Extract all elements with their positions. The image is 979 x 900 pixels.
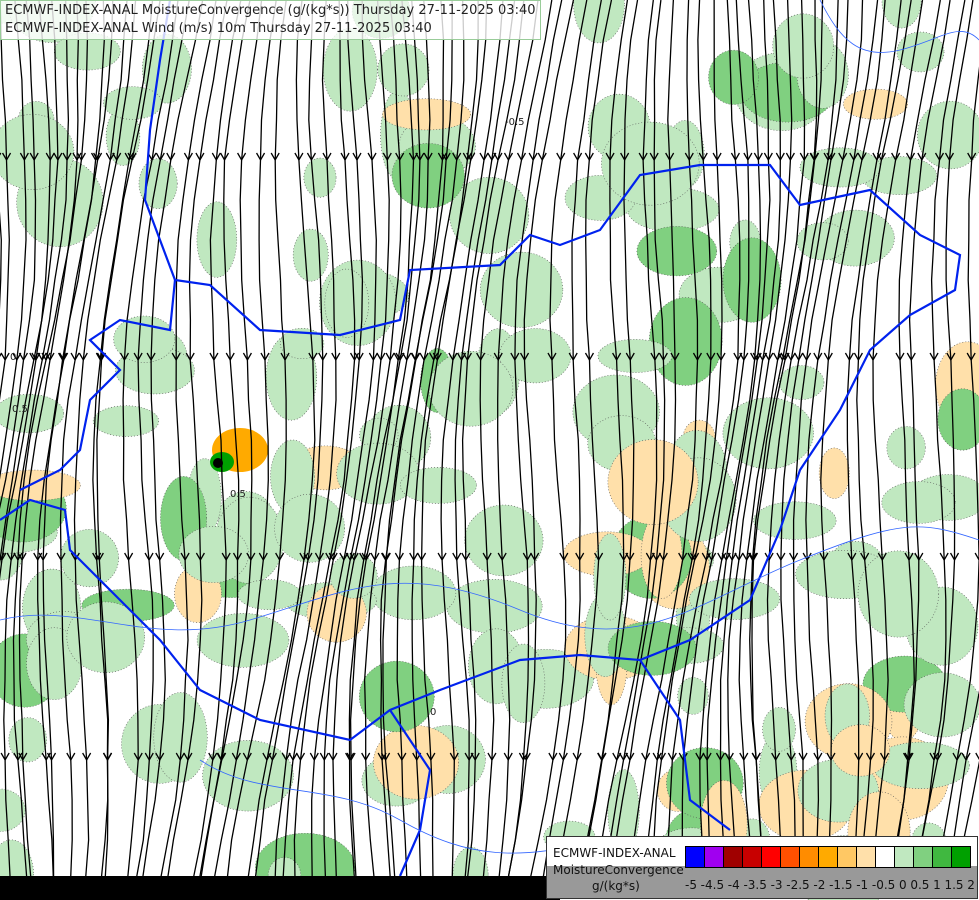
colorbar-tick-label: -1.5 — [829, 878, 853, 892]
convergence-patch — [196, 201, 238, 278]
colorbar-tick-label: 0 — [898, 878, 907, 892]
title-line-moisture: ECMWF-INDEX-ANAL MoistureConvergence (g/… — [5, 3, 536, 18]
convergence-patch — [818, 447, 850, 499]
colorbar-tick-label: -1 — [856, 878, 869, 892]
colorbar-cell — [952, 847, 970, 867]
colorbar-cell — [705, 847, 724, 867]
colorbar-cell — [781, 847, 800, 867]
streamline-arrow-icon — [537, 152, 547, 162]
colorbar-tick-label: 1 — [933, 878, 941, 892]
convergence-patch — [303, 157, 337, 198]
colorbar-tick-label: -3.5 — [743, 878, 767, 892]
convergence-patch — [886, 426, 926, 470]
colorbar-tick-label: -4 — [727, 878, 740, 892]
colorbar-ticks: -5 -4.5 -4 -3.5 -3 -2.5 -2 -1.5 -1 -0.5 0 0.5 1 1.5 2 — [685, 878, 975, 892]
streamline — [293, 0, 364, 881]
legend-title: ECMWF-INDEX-ANAL MoistureConvergence — [553, 846, 684, 877]
colorbar-tick-label: -4.5 — [700, 878, 725, 892]
moisture-convergence-fill — [0, 0, 979, 900]
colorbar-cell — [914, 847, 933, 867]
title-line-wind: ECMWF-INDEX-ANAL Wind (m/s) 10m Thursday… — [5, 21, 432, 36]
colorbar-cell — [686, 847, 705, 867]
convergence-patch — [708, 49, 759, 105]
colorbar-tick-label: -5 — [685, 878, 697, 892]
colorbar-tick-label: -2 — [813, 878, 826, 892]
colorbar-tick-label: -3 — [770, 878, 783, 892]
bottom-strip — [0, 876, 560, 900]
streamline — [507, 0, 575, 881]
colorbar-tick-label: -0.5 — [871, 878, 896, 892]
streamline — [507, 0, 563, 881]
contour-label: -0.5 — [505, 117, 525, 128]
convergence-patch — [292, 228, 329, 282]
weather-map[interactable]: 0.5 0.5 0 0 -0.5 — [0, 0, 979, 900]
convergence-patch — [896, 31, 945, 73]
colorbar-cell — [857, 847, 876, 867]
streamline — [274, 0, 337, 881]
convergence-patch — [499, 328, 572, 384]
color-legend: ECMWF-INDEX-ANAL MoistureConvergence g/(… — [546, 836, 978, 899]
convergence-patch — [113, 315, 176, 363]
contour-label: 0.5 — [230, 489, 246, 500]
colorbar-cell — [876, 847, 895, 867]
colorbar-cell — [838, 847, 857, 867]
convergence-patch — [202, 740, 294, 812]
convergence-patch — [830, 724, 891, 777]
contour-label: 0 — [10, 352, 16, 363]
colorbar-tick-label: 2 — [967, 878, 975, 892]
convergence-patch — [382, 98, 472, 131]
convergence-patch — [464, 504, 544, 577]
streamline-arrow-icon — [493, 152, 503, 162]
convergence-patch — [573, 0, 625, 44]
convergence-patch — [92, 405, 160, 437]
convergence-patch — [881, 0, 922, 29]
streamline-arrow-icon — [641, 752, 651, 762]
contour-label: 0.5 — [12, 404, 28, 415]
colorbar-tick-label: 1.5 — [944, 878, 964, 892]
colorbar-tick-label: -2.5 — [786, 878, 810, 892]
colorbar-cell — [933, 847, 952, 867]
colorbar-cell — [724, 847, 743, 867]
colorbar-cell — [762, 847, 781, 867]
convergence-patch — [428, 351, 514, 427]
colorbar-cell — [895, 847, 914, 867]
convergence-patch — [377, 43, 430, 97]
convergence-patch — [601, 121, 700, 206]
colorbar-cell — [800, 847, 819, 867]
legend-unit: g/(kg*s) — [592, 879, 640, 893]
convergence-patch — [881, 481, 956, 524]
streamline-arrow-icon — [503, 152, 514, 162]
convergence-patch — [607, 439, 699, 525]
colorbar-cell — [743, 847, 762, 867]
colorbar-cell — [819, 847, 838, 867]
colorbar-tick-label: 0.5 — [910, 878, 930, 892]
contour-label: 0 — [430, 707, 436, 718]
convergence-patch — [399, 467, 477, 504]
map-title: ECMWF-INDEX-ANAL MoistureConvergence (g/… — [0, 0, 541, 40]
convergence-patch — [689, 578, 781, 620]
convergence-patch — [722, 237, 782, 323]
colorbar — [685, 846, 971, 868]
